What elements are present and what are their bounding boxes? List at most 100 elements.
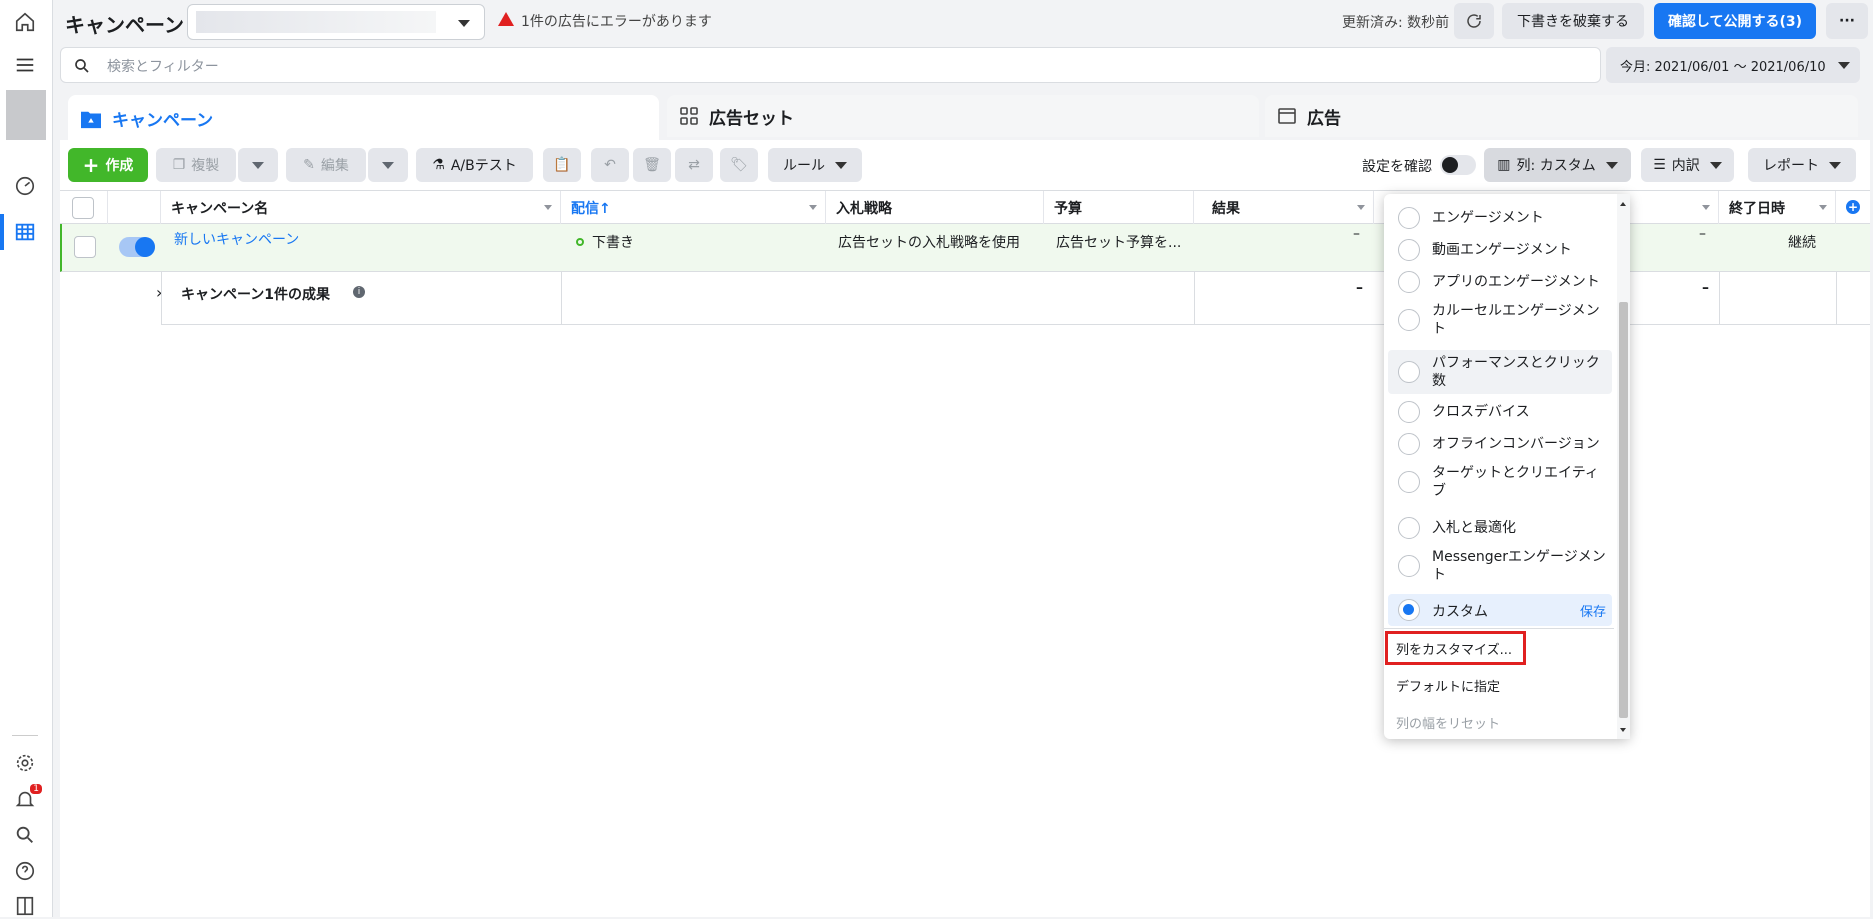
set-default-item[interactable]: デフォルトに指定 [1396,676,1500,695]
error-message[interactable]: 1件の広告にエラーがあります [521,11,712,31]
breakdown-button[interactable]: ☰ 内訳 [1641,148,1734,182]
reset-width-item[interactable]: 列の幅をリセット [1396,713,1500,732]
search-icon[interactable] [12,822,38,848]
ab-test-button[interactable]: ⚗ A/Bテスト [416,148,533,182]
column-preset-custom[interactable]: カスタム 保存 [1388,594,1612,626]
account-avatar[interactable] [6,90,46,140]
column-header-delivery[interactable]: 配信↑ [561,191,826,224]
scroll-up-arrow[interactable] [1620,202,1626,206]
column-preset-item[interactable]: 入札と最適化 [1388,512,1612,544]
campaign-selector-value [196,11,436,33]
column-header-budget[interactable]: 予算 [1044,191,1194,224]
clipboard-button[interactable]: 📋 [543,148,581,182]
breakdown-label: 内訳 [1671,158,1700,174]
create-label: 作成 [105,158,134,174]
radio-button [1398,471,1420,493]
chevron-down-icon [1605,161,1618,169]
confirm-settings-toggle[interactable] [1440,155,1476,175]
column-preset-item[interactable]: オフラインコンバージョン [1388,428,1612,460]
column-preset-item[interactable]: クロスデバイス [1388,396,1612,428]
notification-icon[interactable]: 1 [12,784,42,812]
bid-strategy: 広告セットの入札戦略を使用 [838,235,1020,251]
duplicate-dropdown-button[interactable] [238,148,278,182]
home-icon[interactable] [12,9,38,35]
select-all-checkbox[interactable] [72,196,94,219]
tab-campaign[interactable]: キャンペーン [68,95,659,142]
edit-dropdown-button[interactable] [368,148,408,182]
campaign-name-link[interactable]: 新しいキャンペーン [174,229,299,249]
edit-label: 編集 [320,158,349,174]
undo-button[interactable]: ↶ [591,148,629,182]
column-preset-item[interactable]: ターゲットとクリエイティブ [1388,460,1612,504]
menu-icon[interactable] [12,52,38,78]
settings-icon[interactable] [12,750,38,776]
sort-caret-icon [544,205,552,210]
create-button[interactable]: + 作成 [68,148,148,182]
scroll-down-arrow[interactable] [1620,728,1626,732]
columns-label: 列: カスタム [1516,158,1596,174]
sort-caret-icon [1357,205,1365,210]
row-checkbox[interactable] [74,236,96,258]
date-range-label: 今月: 2021/06/01 ～ 2021/06/10 [1620,59,1826,75]
preview-button[interactable]: ⇄ [675,148,713,182]
column-preset-label: 動画エンゲージメント [1432,242,1572,258]
column-preset-label: クロスデバイス [1432,404,1530,420]
summary-results: – [1356,280,1363,296]
add-column-icon[interactable]: + [1846,200,1860,214]
campaign-toggle[interactable] [119,237,155,257]
publish-button[interactable]: 確認して公開する(3) [1654,3,1816,39]
column-preset-label: Messengerエンゲージメント [1432,549,1606,583]
table-icon[interactable] [12,219,38,245]
chevron-down-icon [835,161,847,169]
column-header-end-label: 終了日時 [1729,200,1785,217]
tab-ad[interactable]: 広告 [1265,95,1858,137]
copy-icon: ❐ [172,157,186,173]
column-header-bid[interactable]: 入札戦略 [826,191,1044,224]
reports-button[interactable]: レポート [1748,148,1856,182]
scrollbar-thumb[interactable] [1619,302,1628,718]
campaign-selector[interactable] [187,4,485,40]
tag-button[interactable]: 🏷 [720,148,758,182]
delivery-status: 下書き [592,235,634,251]
tab-ad-label: 広告 [1307,108,1341,129]
refresh-button[interactable] [1454,3,1494,39]
column-preset-item[interactable]: Messengerエンゲージメント [1388,544,1612,588]
date-range-picker[interactable]: 今月: 2021/06/01 ～ 2021/06/10 [1606,47,1860,83]
search-input[interactable]: 検索とフィルター [107,56,219,76]
save-preset-link[interactable]: 保存 [1580,601,1606,620]
column-preset-item[interactable]: アプリのエンゲージメント [1388,266,1612,298]
duplicate-button[interactable]: ❐ 複製 [156,148,236,182]
column-preset-item[interactable]: 動画エンゲージメント [1388,234,1612,266]
column-header-name[interactable]: キャンペーン名 [161,191,561,224]
edit-button[interactable]: ✎ 編集 [286,148,366,182]
rules-button[interactable]: ルール [768,148,862,182]
toggle-knob [1442,157,1458,173]
sort-caret-icon [1702,205,1710,210]
search-bar[interactable]: 検索とフィルター [60,47,1601,83]
folder-icon [81,111,101,128]
confirm-settings-label: 設定を確認 [1362,159,1432,175]
chevron-down-icon [1709,161,1722,169]
columns-icon: ▥ [1497,157,1511,173]
column-header-end[interactable]: 終了日時 [1719,191,1836,224]
customize-columns-item[interactable]: 列をカスタマイズ... [1396,639,1512,658]
discard-draft-button[interactable]: 下書きを破棄する [1502,3,1644,39]
more-options-button[interactable]: ··· [1826,3,1868,39]
column-preset-label: 入札と最適化 [1432,520,1516,536]
columns-button[interactable]: ▥ 列: カスタム [1484,148,1631,182]
column-preset-label: カルーセルエンゲージメント [1432,303,1600,337]
info-icon[interactable]: i [353,286,365,298]
column-preset-item[interactable]: パフォーマンスとクリック数 [1388,350,1612,394]
column-preset-item[interactable]: カルーセルエンゲージメント [1388,298,1612,342]
column-header-budget-label: 予算 [1054,200,1082,217]
delete-button[interactable]: 🗑 [633,148,671,182]
column-preset-item[interactable]: エンゲージメント [1388,202,1612,234]
summary-divider [161,272,162,324]
dashboard-icon[interactable] [12,173,38,199]
panel-icon[interactable] [12,893,38,919]
rules-label: ルール [783,158,825,174]
help-icon[interactable] [12,858,38,884]
tab-adset[interactable]: 広告セット [667,95,1259,137]
summary-divider [561,272,562,324]
column-header-results[interactable]: 結果 [1194,191,1374,224]
